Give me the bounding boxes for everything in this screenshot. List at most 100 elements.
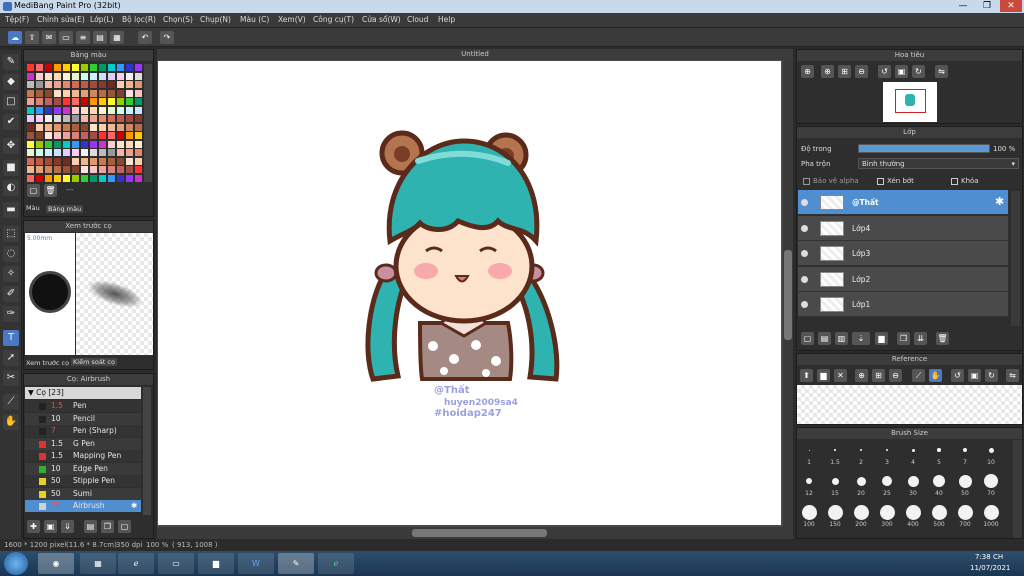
message-icon[interactable]: ▭ bbox=[59, 31, 73, 44]
color-swatch[interactable] bbox=[72, 98, 79, 105]
fill-rect-tool-icon[interactable]: ■ bbox=[3, 160, 19, 176]
color-swatch[interactable] bbox=[54, 166, 61, 173]
brush-settings-icon[interactable]: ▤ bbox=[84, 520, 97, 533]
color-swatch[interactable] bbox=[54, 115, 61, 122]
new-palette-icon[interactable]: ▢ bbox=[27, 184, 40, 197]
color-swatch[interactable] bbox=[117, 89, 124, 97]
redo-icon[interactable]: ↷ bbox=[160, 31, 174, 44]
brush-size-dot[interactable] bbox=[856, 476, 866, 486]
color-swatch[interactable] bbox=[72, 149, 79, 156]
group-expand-icon[interactable]: ▼ bbox=[28, 388, 36, 397]
taskbar-edge-icon[interactable]: ℯ bbox=[318, 553, 354, 574]
taskbar-chrome-icon[interactable]: ◉ bbox=[38, 553, 74, 574]
reference-rotate-left-icon[interactable]: ↺ bbox=[951, 369, 964, 382]
color-swatch[interactable] bbox=[45, 123, 52, 131]
color-swatch[interactable] bbox=[135, 149, 142, 156]
color-swatch[interactable] bbox=[45, 106, 52, 114]
tab-brush-control[interactable]: Kiểm soát cọ bbox=[71, 358, 117, 366]
color-swatch[interactable] bbox=[27, 64, 34, 71]
upload-icon[interactable]: ⇪ bbox=[25, 31, 39, 44]
brush-size-dot[interactable] bbox=[984, 474, 998, 488]
color-swatch[interactable] bbox=[108, 140, 115, 148]
brush-size-dot[interactable] bbox=[958, 474, 972, 488]
color-swatch[interactable] bbox=[117, 115, 124, 122]
eyedropper-tool-icon[interactable]: ⟋ bbox=[3, 394, 19, 410]
brush-size-dot[interactable] bbox=[879, 504, 895, 520]
brush-item[interactable]: 7 Pen (Sharp) bbox=[25, 425, 141, 437]
brush-tool-icon[interactable]: ✎ bbox=[3, 54, 19, 70]
brush-size-dot[interactable] bbox=[801, 504, 817, 520]
color-swatch[interactable] bbox=[135, 123, 142, 131]
start-button-icon[interactable] bbox=[4, 552, 28, 575]
visibility-icon[interactable] bbox=[801, 301, 808, 308]
brush-import-icon[interactable]: ⇓ bbox=[61, 520, 74, 533]
color-swatch[interactable] bbox=[126, 166, 133, 173]
gear-icon[interactable]: ✱ bbox=[131, 500, 137, 512]
brush-size-dot[interactable] bbox=[988, 447, 994, 453]
color-swatch[interactable] bbox=[135, 106, 142, 114]
lock-checkbox[interactable] bbox=[951, 178, 958, 185]
color-swatch[interactable] bbox=[108, 72, 115, 80]
color-swatch[interactable] bbox=[27, 157, 34, 165]
magic-wand-tool-icon[interactable]: ✧ bbox=[3, 266, 19, 282]
color-swatch[interactable] bbox=[108, 123, 115, 131]
brush-item[interactable]: 70 Airbrush ✱ bbox=[25, 500, 141, 512]
reference-actual-icon[interactable]: ▣ bbox=[968, 369, 981, 382]
color-swatch[interactable] bbox=[117, 174, 124, 182]
reference-open-icon[interactable]: ▆ bbox=[817, 369, 830, 382]
color-swatch[interactable] bbox=[126, 140, 133, 148]
fit-icon[interactable]: ⊞ bbox=[838, 65, 851, 78]
duplicate-layer-icon[interactable]: ❐ bbox=[897, 332, 910, 345]
brush-size-dot[interactable] bbox=[853, 504, 869, 520]
new-layer-3-icon[interactable]: ▥ bbox=[835, 332, 848, 345]
color-swatch[interactable] bbox=[54, 89, 61, 97]
color-swatch[interactable] bbox=[126, 132, 133, 139]
flip-icon[interactable]: ⇋ bbox=[935, 65, 948, 78]
color-swatch[interactable] bbox=[126, 115, 133, 122]
color-swatch[interactable] bbox=[99, 64, 106, 71]
color-swatch[interactable] bbox=[117, 98, 124, 105]
color-swatch[interactable] bbox=[27, 174, 34, 182]
brush-size-dot[interactable] bbox=[831, 477, 839, 485]
color-swatch[interactable] bbox=[117, 140, 124, 148]
brush-size-dot[interactable] bbox=[957, 504, 973, 520]
color-swatch[interactable] bbox=[117, 132, 124, 139]
color-swatch[interactable] bbox=[135, 157, 142, 165]
hand-tool-icon[interactable]: ✋ bbox=[3, 414, 19, 430]
color-swatch[interactable] bbox=[81, 115, 88, 122]
color-swatch[interactable] bbox=[81, 64, 88, 71]
color-swatch[interactable] bbox=[45, 72, 52, 80]
color-swatch[interactable] bbox=[81, 157, 88, 165]
delete-palette-icon[interactable]: 🗑 bbox=[44, 184, 57, 197]
menu-cloud[interactable]: Cloud bbox=[407, 15, 428, 24]
color-swatch[interactable] bbox=[90, 64, 97, 71]
color-swatch[interactable] bbox=[108, 149, 115, 156]
minimize-button[interactable]: — bbox=[952, 0, 974, 12]
brush-size-dot[interactable] bbox=[905, 504, 921, 520]
color-swatch[interactable] bbox=[72, 132, 79, 139]
color-swatch[interactable] bbox=[54, 174, 61, 182]
color-swatch[interactable] bbox=[54, 132, 61, 139]
tab-color[interactable]: Màu bbox=[26, 204, 40, 212]
brush-item[interactable]: 1.5 Mapping Pen bbox=[25, 450, 141, 462]
color-swatch[interactable] bbox=[54, 149, 61, 156]
protect-alpha-checkbox[interactable] bbox=[803, 178, 810, 185]
color-swatch[interactable] bbox=[135, 64, 142, 71]
brush-list-scrollbar[interactable] bbox=[143, 387, 151, 515]
export-icon[interactable]: ▤ bbox=[93, 31, 107, 44]
color-swatch[interactable] bbox=[27, 89, 34, 97]
color-swatch[interactable] bbox=[135, 115, 142, 122]
brush-size-dot[interactable] bbox=[882, 476, 892, 486]
color-swatch[interactable] bbox=[90, 81, 97, 88]
color-swatch[interactable] bbox=[72, 157, 79, 165]
vertical-scrollbar[interactable] bbox=[783, 60, 793, 527]
color-swatch[interactable] bbox=[54, 81, 61, 88]
color-swatch[interactable] bbox=[126, 106, 133, 114]
color-swatch[interactable] bbox=[45, 166, 52, 173]
taskbar-folder-icon[interactable]: ▆ bbox=[198, 553, 234, 574]
taskbar-paint-icon[interactable]: ▦ bbox=[80, 553, 116, 574]
color-swatch[interactable] bbox=[99, 174, 106, 182]
color-swatch[interactable] bbox=[81, 149, 88, 156]
color-swatch[interactable] bbox=[72, 81, 79, 88]
rotate-left-icon[interactable]: ↺ bbox=[878, 65, 891, 78]
